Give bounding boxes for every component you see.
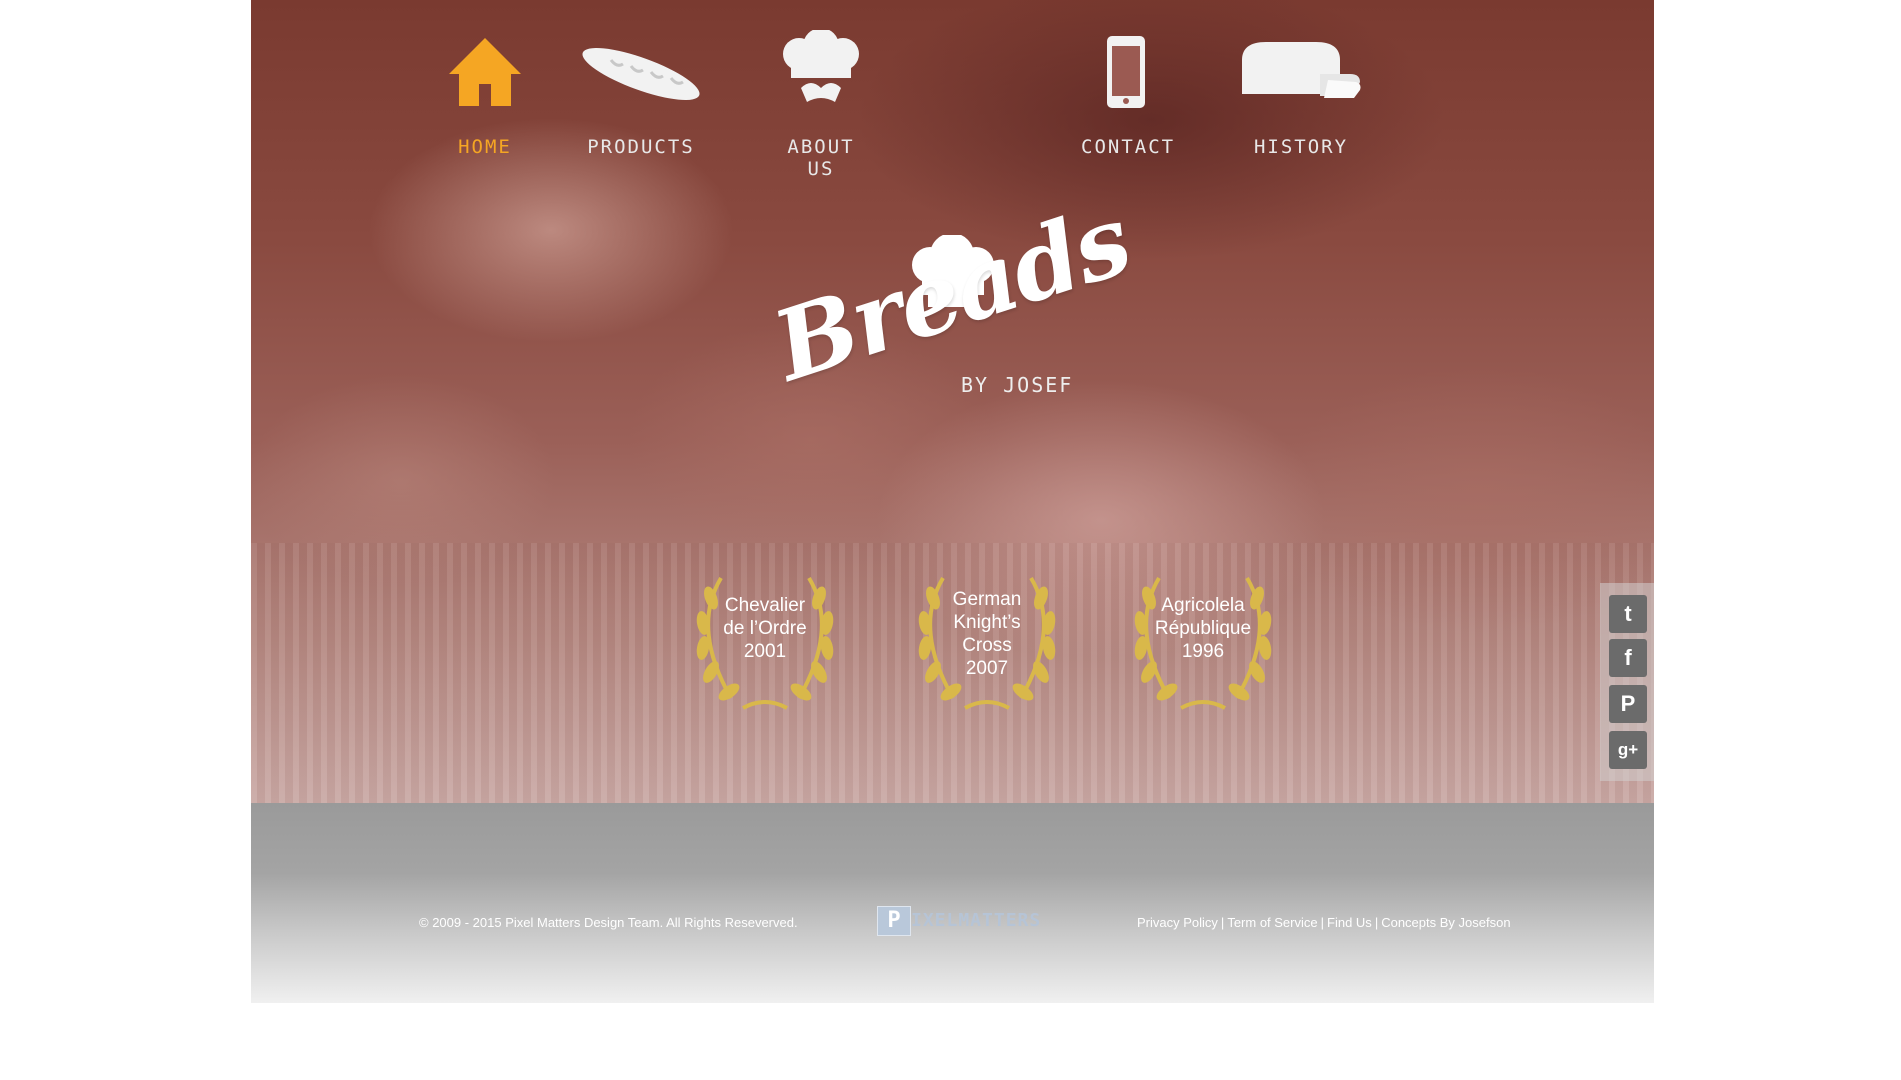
twitter-icon: t xyxy=(1624,601,1632,626)
nav-item-products[interactable]: PRODUCTS xyxy=(571,30,711,158)
pinterest-button[interactable]: P xyxy=(1609,685,1647,723)
find-us-link[interactable]: Find Us xyxy=(1327,915,1372,930)
google-plus-icon: g+ xyxy=(1617,740,1639,759)
twitter-button[interactable]: t xyxy=(1609,595,1647,633)
nav-item-contact[interactable]: CONTACT xyxy=(1081,30,1176,158)
page: HOME PRODUCTS ABOUT US CONTACT HISTORY B… xyxy=(0,0,1901,1080)
nav-label-contact: CONTACT xyxy=(1081,136,1176,158)
nav-label-about-us: ABOUT US xyxy=(787,136,855,180)
footer-links: Privacy Policy | Term of Service | Find Us | C… xyxy=(1137,915,1511,930)
home-icon xyxy=(445,30,525,110)
chef-hat-icon xyxy=(771,28,871,110)
breads-logo: Breads BY JOSEF xyxy=(761,183,1142,425)
pinterest-icon: P xyxy=(1620,691,1636,716)
nav-label-home: HOME xyxy=(458,136,512,158)
concepts-by-josefson-link[interactable]: Concepts By Josefson xyxy=(1381,915,1510,930)
footer: © 2009 - 2015 Pixel Matters Design Team.… xyxy=(251,803,1654,1003)
award-badge: Agricolela République 1996 xyxy=(1119,568,1287,718)
nav-label-products: PRODUCTS xyxy=(587,136,695,158)
facebook-icon: f xyxy=(1624,645,1632,670)
award-text: Agricolela République 1996 xyxy=(1154,595,1252,662)
nav-item-home[interactable]: HOME xyxy=(445,30,525,158)
award-text: Chevalier de l’Ordre 2001 xyxy=(723,595,807,662)
nav-item-about-us[interactable]: ABOUT US xyxy=(771,28,871,180)
award-badge: Chevalier de l’Ordre 2001 xyxy=(681,568,849,718)
logo-subtitle: BY JOSEF xyxy=(961,373,1074,397)
award-badge: German Knight’s Cross 2007 xyxy=(903,568,1071,718)
google-plus-button[interactable]: g+ xyxy=(1609,731,1647,769)
link-separator: | xyxy=(1320,915,1325,930)
main-nav: HOME PRODUCTS ABOUT US CONTACT HISTORY xyxy=(251,28,1654,180)
pixelmatters-logo-initial: P xyxy=(887,908,901,933)
link-separator: | xyxy=(1374,915,1379,930)
logo-wordmark: Breads xyxy=(761,182,1143,403)
pixelmatters-logo[interactable]: P IXELMATTERS xyxy=(877,906,1079,936)
copyright-text: © 2009 - 2015 Pixel Matters Design Team.… xyxy=(419,915,798,930)
nav-item-history[interactable]: HISTORY xyxy=(1236,30,1366,158)
facebook-button[interactable]: f xyxy=(1609,639,1647,677)
bread-loaf-icon xyxy=(1236,30,1366,110)
social-sidebar: t f P g+ xyxy=(1600,583,1654,781)
hero-background: HOME PRODUCTS ABOUT US CONTACT HISTORY B… xyxy=(251,0,1654,803)
smartphone-icon xyxy=(1081,30,1171,110)
nav-label-history: HISTORY xyxy=(1253,136,1349,158)
baguette-icon xyxy=(571,30,711,110)
link-separator: | xyxy=(1220,915,1225,930)
pixelmatters-logo-text: IXELMATTERS xyxy=(911,910,1042,931)
award-text: German Knight’s Cross 2007 xyxy=(952,589,1022,679)
term-of-service-link[interactable]: Term of Service xyxy=(1227,915,1317,930)
privacy-policy-link[interactable]: Privacy Policy xyxy=(1137,915,1218,930)
